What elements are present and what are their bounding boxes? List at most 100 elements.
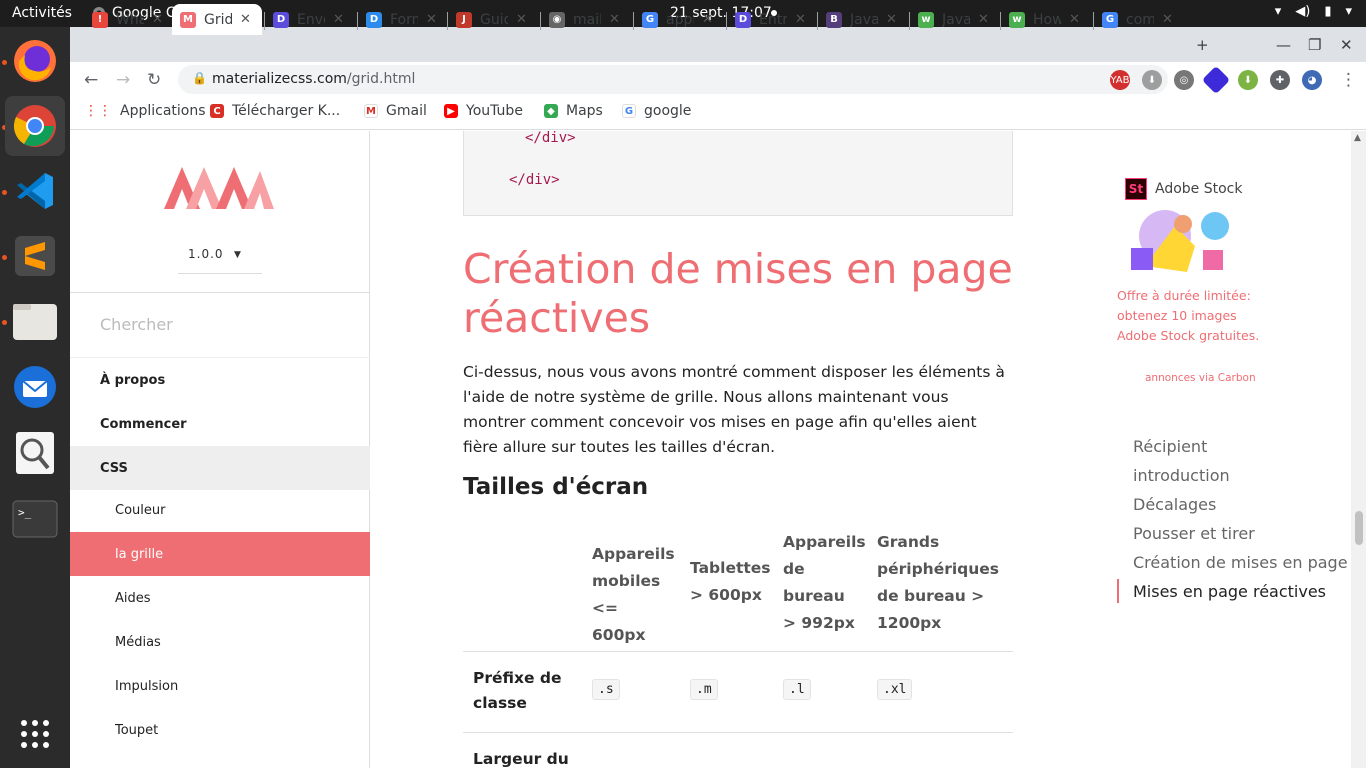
maximize-button[interactable]: ❐ <box>1308 36 1321 54</box>
bookmark-gmail[interactable]: M Gmail <box>364 103 427 119</box>
version-select[interactable]: 1.0.0 ▼ <box>188 247 241 261</box>
nav-item-commencer[interactable]: Commencer <box>70 402 370 446</box>
apps-grid-icon: ⋮⋮ <box>84 103 112 119</box>
bookmarks-bar: ⋮⋮ Applications C Télécharger K... M Gmail … <box>70 97 1366 130</box>
code-line: </div> <box>525 131 576 146</box>
activities-button[interactable]: Activités <box>12 5 72 21</box>
tab-8[interactable]: D Entr ✕ <box>727 4 817 35</box>
search-input[interactable]: Chercher <box>100 315 173 334</box>
minimize-button[interactable]: — <box>1276 36 1291 54</box>
bookmark-youtube[interactable]: ▶ YouTube <box>444 103 523 119</box>
web-extension-icon[interactable]: ◎ <box>1174 70 1194 90</box>
files-icon[interactable] <box>5 291 65 351</box>
green-download-extension-icon[interactable]: ⬇ <box>1238 70 1258 90</box>
vscode-icon[interactable] <box>5 161 65 221</box>
tab-close-icon[interactable]: ✕ <box>702 12 713 27</box>
tab-10[interactable]: w Java ✕ <box>910 4 1000 35</box>
tab-favicon-icon: G <box>642 11 658 28</box>
tab-9[interactable]: B Java ✕ <box>818 4 908 35</box>
firefox-icon[interactable] <box>5 31 65 91</box>
tab-favicon-icon: M <box>180 11 196 28</box>
sublime-icon[interactable] <box>5 226 65 286</box>
nav-item-aides[interactable]: Aides <box>70 576 370 620</box>
bookmark-telecharger[interactable]: C Télécharger K... <box>210 103 340 119</box>
battery-icon: ▮ <box>1324 4 1332 19</box>
tab-close-icon[interactable]: ✕ <box>795 12 806 27</box>
tab-separator <box>817 12 818 30</box>
toc-item-introduction[interactable]: introduction <box>1133 466 1230 485</box>
tab-title: com <box>1126 11 1154 28</box>
tab-title: Guid <box>480 11 508 28</box>
reload-button[interactable]: ↻ <box>147 70 161 90</box>
tab-close-icon[interactable]: ✕ <box>978 12 989 27</box>
magnifier-icon[interactable] <box>5 423 65 483</box>
tab-close-icon[interactable]: ✕ <box>152 12 163 27</box>
tab-close-icon[interactable]: ✕ <box>516 12 527 27</box>
tab-close-icon[interactable]: ✕ <box>1069 12 1080 27</box>
tab-5[interactable]: J Guid ✕ <box>448 4 538 35</box>
svg-text:>_: >_ <box>18 506 32 519</box>
tab-1[interactable]: ! Wha ✕ <box>84 4 170 35</box>
ad-via-carbon[interactable]: annonces via Carbon <box>1145 372 1256 384</box>
diamond-extension-icon[interactable] <box>1201 65 1231 95</box>
close-window-button[interactable]: ✕ <box>1340 36 1353 54</box>
tab-favicon-icon: D <box>366 11 382 28</box>
nav-item-medias[interactable]: Médias <box>70 620 370 664</box>
back-button[interactable]: ← <box>84 70 98 90</box>
nav-item-couleur[interactable]: Couleur <box>70 488 370 532</box>
bookmark-google[interactable]: Ggoogle <box>622 103 691 119</box>
toc-item-pousser-et-tirer[interactable]: Pousser et tirer <box>1133 524 1255 543</box>
new-tab-button[interactable]: + <box>1196 36 1209 54</box>
materialize-logo[interactable] <box>164 159 276 221</box>
apps-grid-icon[interactable] <box>5 704 65 764</box>
page-scrollbar[interactable]: ▲ <box>1351 131 1366 768</box>
bookmark-maps[interactable]: ◆ Maps <box>544 103 603 119</box>
tab-close-icon[interactable]: ✕ <box>426 12 437 27</box>
volume-icon: ◀) <box>1295 4 1311 19</box>
nav-item-css[interactable]: CSS <box>70 446 370 490</box>
tab-title: Entr <box>759 11 787 28</box>
tab-6[interactable]: ◉ mail ✕ <box>541 4 631 35</box>
chrome-menu-icon[interactable]: ⋮ <box>1340 70 1357 90</box>
tab-close-icon[interactable]: ✕ <box>240 12 251 27</box>
tab-4[interactable]: D Form ✕ <box>358 4 448 35</box>
nav-item-a-propos[interactable]: À propos <box>70 358 370 402</box>
web-page: 1.0.0 ▼ Chercher À propos Commencer CSS … <box>70 131 1351 768</box>
nav-item-toupet[interactable]: Toupet <box>70 708 370 752</box>
tab-7[interactable]: Gappl ✕ <box>634 4 724 35</box>
terminal-icon[interactable]: >_ <box>5 489 65 549</box>
extensions-puzzle-icon[interactable]: ✚ <box>1270 70 1290 90</box>
url-text: materializecss.com/grid.html <box>212 71 416 87</box>
toc-item-creation[interactable]: Création de mises en page <box>1133 553 1348 572</box>
tab-12[interactable]: Gcom ✕ <box>1094 4 1186 35</box>
toc-item-decalages[interactable]: Décalages <box>1133 495 1216 514</box>
toc-item-recipient[interactable]: Récipient <box>1133 437 1207 456</box>
tab-close-icon[interactable]: ✕ <box>1162 12 1173 27</box>
tab-3[interactable]: D Envo ✕ <box>265 4 355 35</box>
tab-11[interactable]: w How ✕ <box>1001 4 1091 35</box>
scroll-up-arrow-icon[interactable]: ▲ <box>1354 133 1361 143</box>
nav-item-la-grille[interactable]: la grille <box>70 532 370 576</box>
tab-close-icon[interactable]: ✕ <box>886 12 897 27</box>
download-extension-icon[interactable]: ⬇ <box>1142 70 1162 90</box>
yab-extension-icon[interactable]: YAB <box>1110 70 1130 90</box>
scrollbar-thumb[interactable] <box>1355 511 1363 545</box>
tab-2[interactable]: M Grid ✕ <box>172 4 262 35</box>
forward-button[interactable]: → <box>116 70 130 90</box>
address-bar[interactable]: 🔒 materializecss.com/grid.html ⊞ ☆ <box>178 65 1168 94</box>
nav-item-impulsion[interactable]: Impulsion <box>70 664 370 708</box>
code-block: </div> </div> <box>463 131 1013 216</box>
chrome-icon[interactable] <box>5 96 65 156</box>
class-prefix-s: .s <box>592 679 620 700</box>
maps-icon: ◆ <box>544 104 558 118</box>
system-tray[interactable]: ▾ ◀) ▮ ▾ <box>1275 4 1352 19</box>
thunderbird-icon[interactable] <box>5 357 65 417</box>
tab-favicon-icon: G <box>1102 11 1118 28</box>
toc-item-mises-en-page-reactives[interactable]: Mises en page réactives <box>1133 582 1326 601</box>
table-header: Appareils mobiles <= 600px <box>592 545 675 644</box>
tab-separator <box>540 12 541 30</box>
bookmark-applications[interactable]: ⋮⋮ Applications <box>84 103 206 119</box>
tab-close-icon[interactable]: ✕ <box>609 12 620 27</box>
tab-close-icon[interactable]: ✕ <box>333 12 344 27</box>
profile-avatar[interactable]: ◕ <box>1302 70 1322 90</box>
